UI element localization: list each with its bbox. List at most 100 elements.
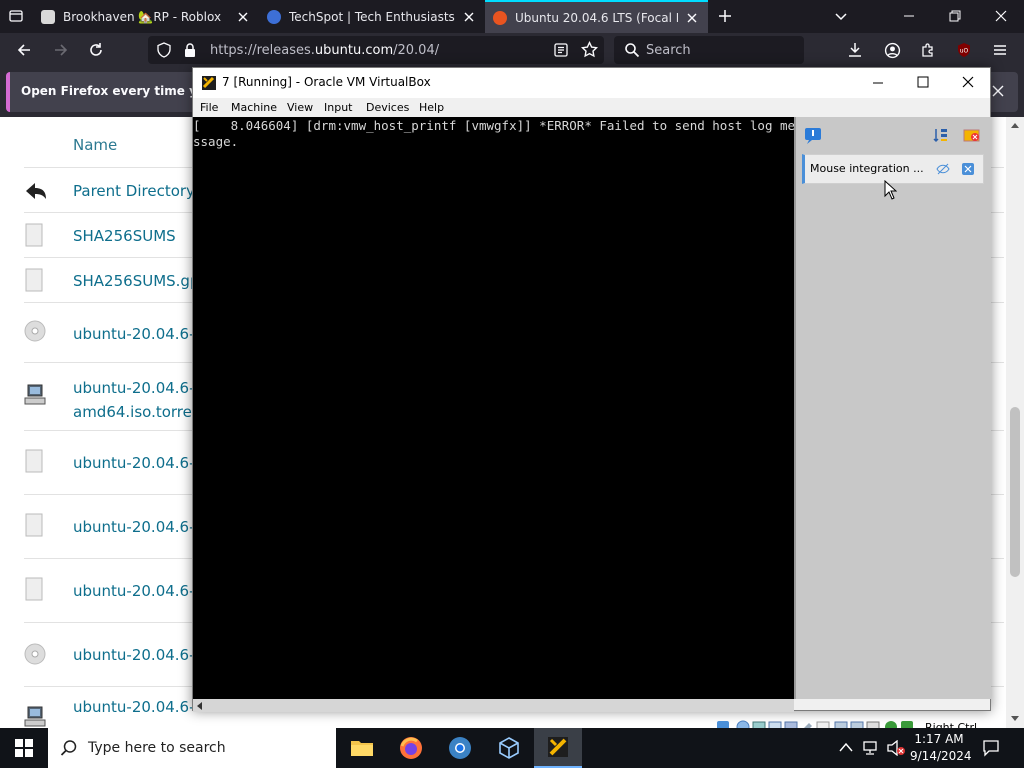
file-link[interactable]: Parent Directory [73,179,195,203]
lock-icon[interactable] [182,42,198,58]
list-all-tabs-button[interactable] [827,2,855,30]
star-bookmark-icon[interactable] [581,41,598,58]
taskbar-firefox[interactable] [387,728,435,768]
menu-help[interactable]: Help [419,101,444,114]
vm-horizontal-scrollbar[interactable] [193,699,794,712]
shield-icon[interactable] [156,42,172,58]
file-icon [25,223,43,247]
start-button[interactable] [0,728,48,768]
column-header-name[interactable]: Name [73,133,117,157]
menu-view[interactable]: View [287,101,313,114]
menu-file[interactable]: File [200,101,218,114]
app-menu-button[interactable] [986,36,1014,64]
file-link[interactable]: ubuntu-20.04.6-d [73,515,204,539]
file-link[interactable]: ubuntu-20.04.6-d [73,451,204,475]
network-icon[interactable] [862,740,880,756]
close-tab-icon[interactable] [235,9,251,25]
disc-icon [24,643,46,665]
taskbar-3d-app[interactable] [485,728,533,768]
sort-order-icon[interactable] [933,127,949,143]
file-icon [25,577,43,601]
hamburger-menu-icon [994,45,1006,55]
notification-item-text: Mouse integration ... [810,162,924,175]
do-not-show-again-icon[interactable] [936,163,950,175]
scrollbar-thumb[interactable] [1010,407,1020,577]
search-bar[interactable]: Search [614,36,804,64]
page-scrollbar[interactable] [1006,117,1024,728]
minimize-icon [904,15,914,17]
scroll-up-icon[interactable] [1011,122,1019,128]
console-line: ssage. [193,134,239,149]
techspot-favicon-icon [267,9,281,24]
menu-input[interactable]: Input [324,101,352,114]
file-link[interactable]: SHA256SUMS.gp [73,269,199,293]
minimize-button[interactable] [895,2,923,30]
forward-button[interactable] [47,36,75,64]
file-link[interactable]: ubuntu-20.04.6-d [73,376,204,400]
system-clock[interactable]: 1:17 AM 9/14/2024 [910,731,972,765]
menu-devices[interactable]: Devices [366,101,409,114]
downloads-button[interactable] [841,36,869,64]
clock-time: 1:17 AM [914,732,964,746]
tab-label: Brookhaven 🏡RP - Roblox [63,9,222,24]
vbox-menu-bar: File Machine View Input Devices Help [193,98,990,117]
vm-console-output: [ 8.046604] [drm:vmw_host_printf [vmwgfx… [193,118,794,150]
taskbar-search-input[interactable]: Type here to search [88,740,226,756]
windows-logo-icon [15,739,33,757]
url-bar[interactable]: https://releases.ubuntu.com/20.04/ [148,36,604,64]
close-icon[interactable] [961,75,975,89]
close-notification-icon[interactable] [962,163,974,175]
scroll-down-icon[interactable] [1011,716,1019,722]
ublock-button[interactable]: uO [950,36,978,64]
close-tab-icon[interactable] [684,10,700,26]
extensions-button[interactable] [914,36,942,64]
tab-roblox[interactable]: Brookhaven 🏡RP - Roblox [33,0,259,33]
close-tab-icon[interactable] [461,9,477,25]
file-link[interactable]: ubuntu-20.04.6-l [73,695,199,719]
restore-icon [949,10,961,22]
close-notification-icon[interactable] [991,84,1005,98]
mouse-cursor-icon [884,180,897,200]
close-icon [995,10,1007,22]
file-icon [25,449,43,473]
tab-ubuntu[interactable]: Ubuntu 20.04.6 LTS (Focal Fossa) [485,0,708,33]
restore-button[interactable] [941,2,969,30]
vm-display[interactable]: [ 8.046604] [drm:vmw_host_printf [vmwgfx… [193,117,794,699]
torrent-computer-icon [24,706,46,727]
file-link[interactable]: ubuntu-20.04.6-d [73,322,204,346]
taskbar-file-explorer[interactable] [338,728,386,768]
tab-techspot[interactable]: TechSpot | Tech Enthusiasts, Pow [259,0,485,33]
chrome-icon [449,737,471,759]
reload-button[interactable] [82,36,110,64]
volume-muted-icon[interactable] [886,740,906,756]
account-button[interactable] [878,36,906,64]
file-link[interactable]: ubuntu-20.04.6-d [73,579,204,603]
taskbar-chrome[interactable] [436,728,484,768]
taskbar-search-box[interactable]: Type here to search [48,728,336,768]
file-icon [25,268,43,292]
maximize-icon[interactable] [916,75,930,89]
tab-list-icon[interactable] [2,2,30,30]
action-center-icon[interactable] [982,739,1000,757]
back-button[interactable] [10,36,38,64]
file-link-continued[interactable]: amd64.iso.torren [73,400,201,424]
scroll-left-icon[interactable] [196,702,202,710]
new-tab-button[interactable] [711,2,739,30]
notification-center-icon[interactable] [804,127,822,145]
minimize-icon[interactable] [871,76,885,90]
file-link[interactable]: SHA256SUMS [73,224,176,248]
ubuntu-favicon-icon [493,10,507,25]
close-window-button[interactable] [987,2,1015,30]
url-text[interactable]: https://releases.ubuntu.com/20.04/ [210,43,439,58]
reader-view-icon[interactable] [553,42,569,58]
vbox-title-bar[interactable]: 7 [Running] - Oracle VM VirtualBox [193,68,990,98]
chevron-up-icon[interactable] [839,742,853,752]
file-link[interactable]: ubuntu-20.04.6-l [73,643,199,667]
keep-finished-icon[interactable] [963,127,981,143]
windows-taskbar: Type here to search 1:17 AM 9/14/2024 [0,728,1024,768]
taskbar-virtualbox[interactable] [534,728,582,768]
tab-label: TechSpot | Tech Enthusiasts, Pow [289,9,455,24]
menu-machine[interactable]: Machine [231,101,277,114]
search-input[interactable]: Search [646,43,691,58]
virtualbox-window: 7 [Running] - Oracle VM VirtualBox File … [192,67,991,734]
